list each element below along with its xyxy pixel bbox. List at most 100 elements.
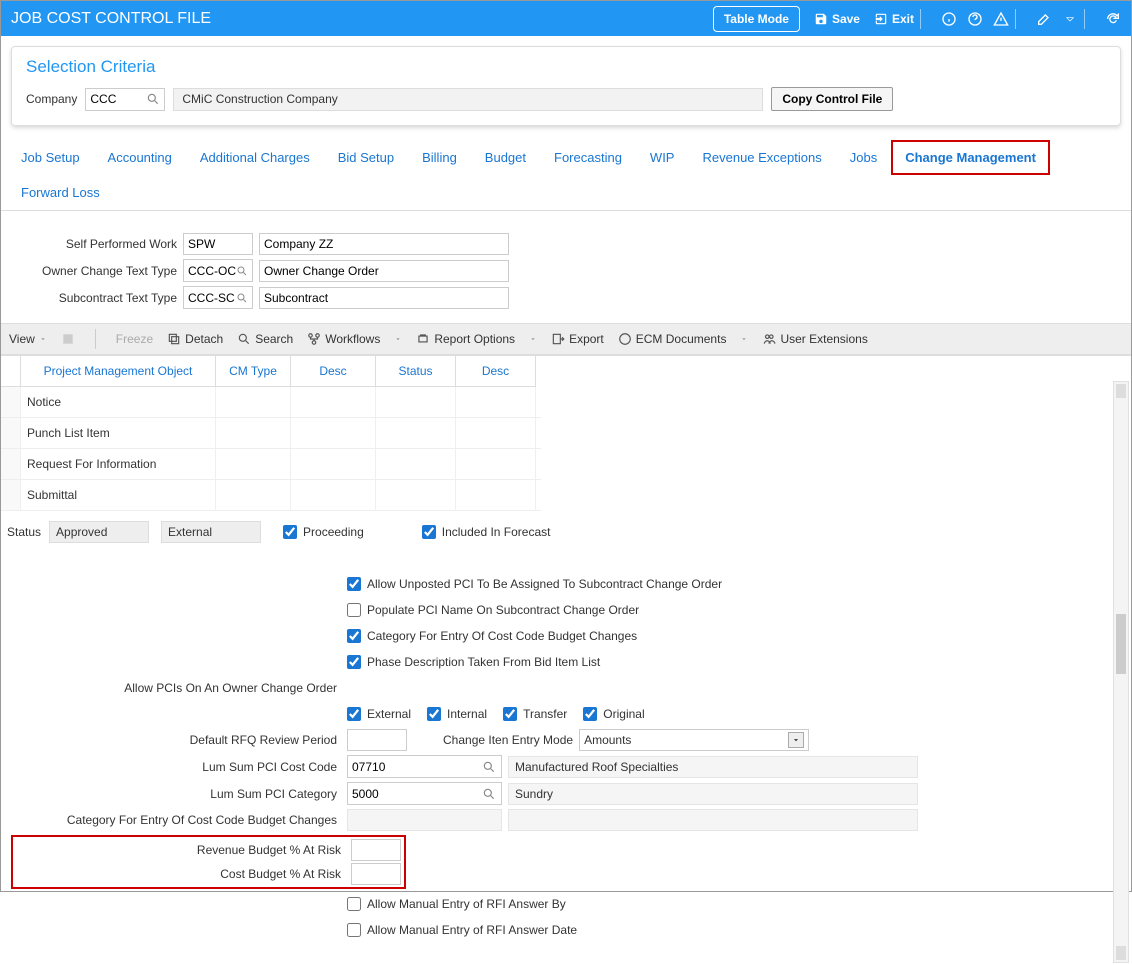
cell-cmtype: [216, 449, 291, 479]
table-row[interactable]: Request For Information: [1, 449, 541, 480]
info-icon[interactable]: [941, 11, 957, 27]
populate-pci-checkbox[interactable]: [347, 603, 361, 617]
sub-desc-input[interactable]: [259, 287, 509, 309]
row-handle[interactable]: [1, 480, 21, 510]
cell-desc2: [456, 480, 536, 510]
tab-additional-charges[interactable]: Additional Charges: [186, 140, 324, 175]
lum-code-input[interactable]: [352, 760, 482, 774]
search-icon[interactable]: [482, 787, 496, 801]
sub-lookup[interactable]: [183, 286, 253, 309]
row-handle[interactable]: [1, 449, 21, 479]
detach-button[interactable]: Detach: [167, 332, 223, 346]
chevron-down-icon[interactable]: [788, 732, 804, 748]
exit-button[interactable]: Exit: [874, 12, 914, 26]
search-icon[interactable]: [236, 291, 248, 305]
tab-change-management[interactable]: Change Management: [891, 140, 1050, 175]
tab-accounting[interactable]: Accounting: [94, 140, 186, 175]
table-row[interactable]: Notice: [1, 387, 541, 418]
spw-label: Self Performed Work: [17, 237, 177, 251]
owner-code-input[interactable]: [188, 264, 236, 278]
copy-control-file-button[interactable]: Copy Control File: [771, 87, 893, 111]
allow-rfi-by-checkbox[interactable]: [347, 897, 361, 911]
export-button[interactable]: Export: [551, 332, 604, 346]
save-button[interactable]: Save: [814, 12, 860, 26]
original-checkbox[interactable]: [583, 707, 597, 721]
cat-entry-label: Category For Entry Of Cost Code Budget C…: [11, 813, 341, 827]
category-cost-code-checkbox[interactable]: [347, 629, 361, 643]
lum-cat-input[interactable]: [352, 787, 482, 801]
chevron-down-icon[interactable]: [1062, 11, 1078, 27]
company-input[interactable]: [90, 92, 146, 106]
transfer-checkbox[interactable]: [503, 707, 517, 721]
owner-desc-input[interactable]: [259, 260, 509, 282]
refresh-icon[interactable]: [1105, 11, 1121, 27]
tab-forward-loss[interactable]: Forward Loss: [7, 175, 114, 210]
cost-risk-input[interactable]: [351, 863, 401, 885]
col-header-cmtype[interactable]: CM Type: [216, 356, 291, 387]
proceeding-checkbox[interactable]: [283, 525, 297, 539]
tab-billing[interactable]: Billing: [408, 140, 471, 175]
tab-revenue-exceptions[interactable]: Revenue Exceptions: [688, 140, 835, 175]
warning-icon[interactable]: [993, 11, 1009, 27]
allow-rfi-date-checkbox[interactable]: [347, 923, 361, 937]
ecm-documents-menu[interactable]: ECM Documents: [618, 332, 749, 346]
table-row[interactable]: Submittal: [1, 480, 541, 511]
row-handle-header: [1, 356, 21, 387]
tab-jobs[interactable]: Jobs: [836, 140, 891, 175]
risk-highlight-box: Revenue Budget % At Risk Cost Budget % A…: [11, 835, 406, 889]
workflows-menu[interactable]: Workflows: [307, 332, 402, 346]
row-handle[interactable]: [1, 387, 21, 417]
tab-bid-setup[interactable]: Bid Setup: [324, 140, 408, 175]
company-label: Company: [26, 92, 77, 106]
col-header-desc2[interactable]: Desc: [456, 356, 536, 387]
allow-unposted-checkbox[interactable]: [347, 577, 361, 591]
col-header-status[interactable]: Status: [376, 356, 456, 387]
search-icon[interactable]: [146, 92, 160, 106]
rfq-label: Default RFQ Review Period: [11, 733, 341, 747]
search-button[interactable]: Search: [237, 332, 293, 346]
external-checkbox[interactable]: [347, 707, 361, 721]
change-mode-select[interactable]: Amounts: [579, 729, 809, 751]
table-mode-button[interactable]: Table Mode: [713, 6, 800, 32]
internal-label: Internal: [447, 707, 487, 721]
internal-checkbox[interactable]: [427, 707, 441, 721]
populate-pci-label: Populate PCI Name On Subcontract Change …: [367, 603, 639, 617]
category-cost-code-label: Category For Entry Of Cost Code Budget C…: [367, 629, 637, 643]
status-row: Status Approved External Proceeding Incl…: [1, 511, 1131, 553]
tab-forecasting[interactable]: Forecasting: [540, 140, 636, 175]
cell-desc1: [291, 387, 376, 417]
tab-budget[interactable]: Budget: [471, 140, 540, 175]
cell-pmo: Notice: [21, 387, 216, 417]
cell-pmo: Request For Information: [21, 449, 216, 479]
search-icon[interactable]: [236, 264, 248, 278]
table-row[interactable]: Punch List Item: [1, 418, 541, 449]
tab-wip[interactable]: WIP: [636, 140, 689, 175]
revenue-risk-input[interactable]: [351, 839, 401, 861]
view-menu[interactable]: View: [9, 332, 47, 346]
cell-cmtype: [216, 387, 291, 417]
included-label: Included In Forecast: [442, 525, 551, 539]
search-icon[interactable]: [482, 760, 496, 774]
report-options-menu[interactable]: Report Options: [416, 332, 537, 346]
owner-lookup[interactable]: [183, 259, 253, 282]
row-handle[interactable]: [1, 418, 21, 448]
freeze-button[interactable]: Freeze: [116, 332, 153, 346]
user-extensions-button[interactable]: User Extensions: [762, 332, 867, 346]
included-forecast-checkbox[interactable]: [422, 525, 436, 539]
sub-code-input[interactable]: [188, 291, 236, 305]
header-bar: JOB COST CONTROL FILE Table Mode Save Ex…: [1, 1, 1131, 36]
exit-label: Exit: [892, 12, 914, 26]
tab-job-setup[interactable]: Job Setup: [7, 140, 94, 175]
company-lookup[interactable]: [85, 88, 165, 111]
owner-label: Owner Change Text Type: [17, 264, 177, 278]
spw-desc-input[interactable]: [259, 233, 509, 255]
rfq-input[interactable]: [347, 729, 407, 751]
phase-desc-checkbox[interactable]: [347, 655, 361, 669]
spw-code-input[interactable]: [183, 233, 253, 255]
edit-icon[interactable]: [1036, 11, 1052, 27]
lum-cat-label: Lum Sum PCI Category: [11, 787, 341, 801]
col-header-pmo[interactable]: Project Management Object: [21, 356, 216, 387]
lower-form: Allow Unposted PCI To Be Assigned To Sub…: [1, 553, 1131, 965]
help-icon[interactable]: [967, 11, 983, 27]
col-header-desc1[interactable]: Desc: [291, 356, 376, 387]
